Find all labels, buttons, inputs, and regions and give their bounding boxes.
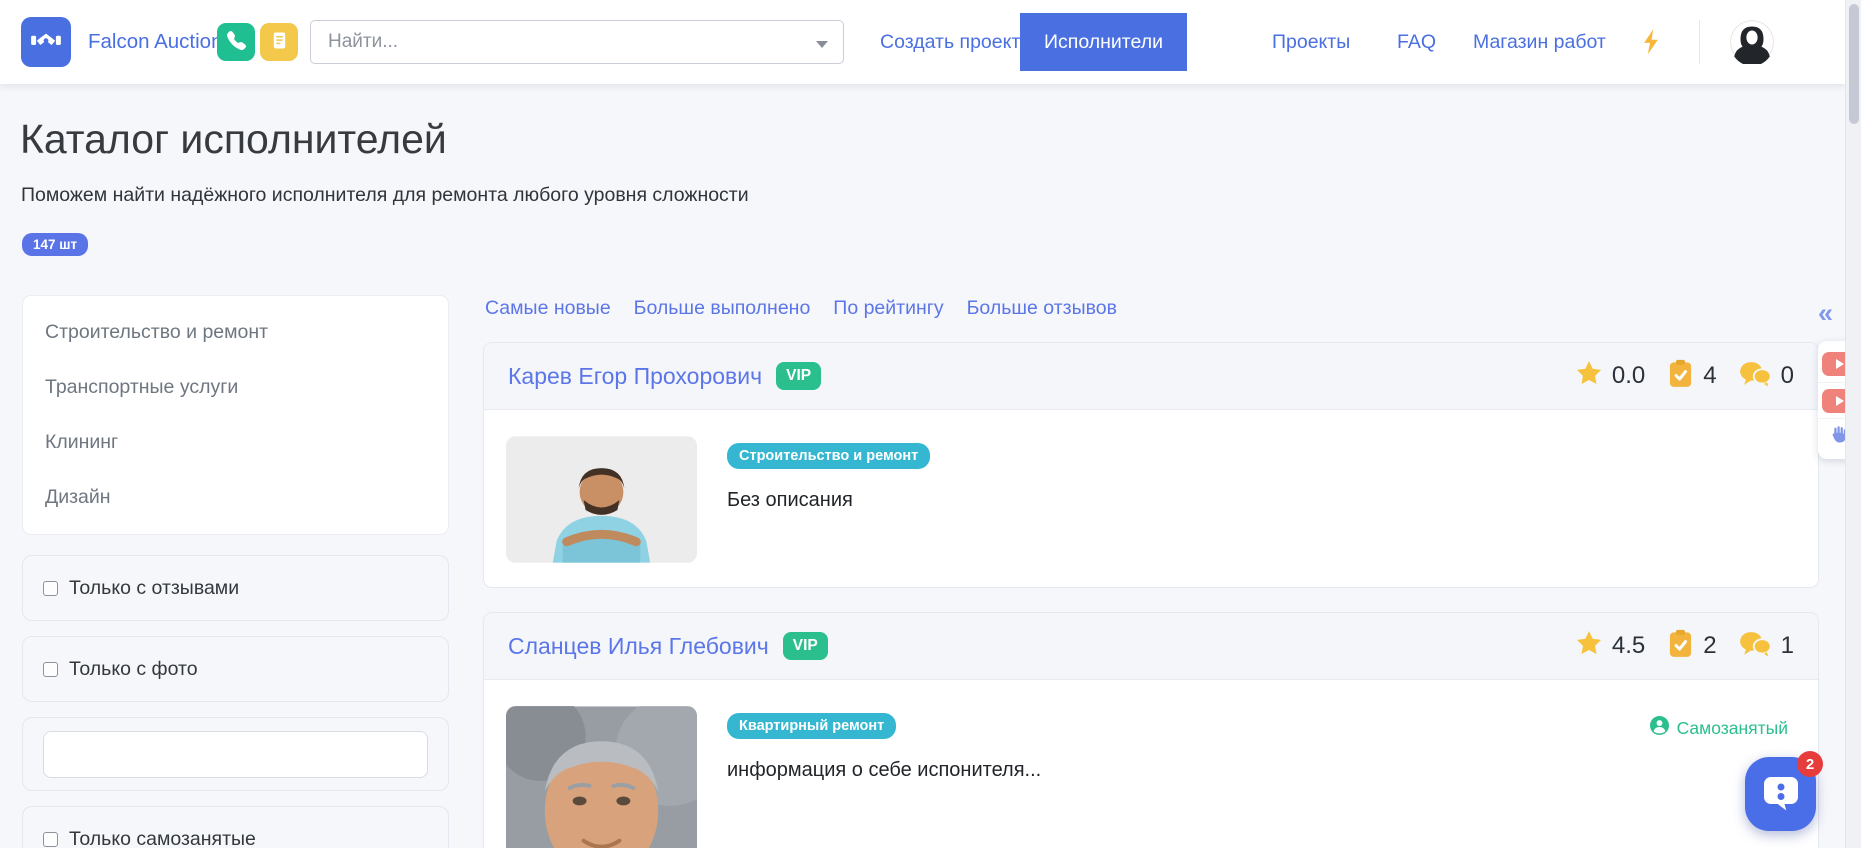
search-input[interactable] <box>311 21 843 63</box>
category-design[interactable]: Дизайн <box>23 470 448 525</box>
clipboard-check-icon <box>1667 359 1694 393</box>
performers-list: Самые новые Больше выполнено По рейтингу… <box>483 295 1819 848</box>
sort-most-completed[interactable]: Больше выполнено <box>634 297 811 320</box>
performer-stats: 4.5 2 <box>1575 629 1794 663</box>
sort-row: Самые новые Больше выполнено По рейтингу… <box>483 297 1819 320</box>
collapse-panel-chevron-icon[interactable]: « <box>1818 300 1831 327</box>
performer-card-header: Карев Егор Прохорович VIP 0.0 4 <box>484 343 1818 410</box>
category-construction[interactable]: Строительство и ремонт <box>23 305 448 360</box>
brand-name[interactable]: Falcon Auction <box>88 0 222 84</box>
document-icon <box>270 31 289 53</box>
completed-value: 2 <box>1703 632 1716 660</box>
chat-bubbles-icon <box>1739 631 1772 662</box>
completed-value: 4 <box>1703 362 1716 390</box>
lightning-icon[interactable] <box>1641 0 1661 84</box>
handshake-icon <box>29 23 63 62</box>
performer-card-body: Квартирный ремонт информация о себе испо… <box>484 680 1818 848</box>
performer-stats: 0.0 4 <box>1575 359 1794 393</box>
performer-photo[interactable] <box>506 436 697 563</box>
performer-name-link[interactable]: Карев Егор Прохорович <box>508 363 762 390</box>
reviews-stat: 0 <box>1739 361 1794 392</box>
vip-badge: VIP <box>776 362 821 390</box>
page-scrollbar[interactable] <box>1845 0 1861 848</box>
performer-card-body: Строительство и ремонт Без описания <box>484 410 1818 587</box>
completed-stat: 2 <box>1667 629 1716 663</box>
category-cleaning[interactable]: Клининг <box>23 415 448 470</box>
performer-info: Строительство и ремонт Без описания <box>727 436 930 563</box>
category-transport[interactable]: Транспортные услуги <box>23 360 448 415</box>
nav-link-projects[interactable]: Проекты <box>1272 0 1350 84</box>
category-tag: Квартирный ремонт <box>727 713 896 739</box>
star-icon <box>1575 360 1603 392</box>
rating-stat: 4.5 <box>1575 630 1645 662</box>
chat-bubble-icon <box>1761 773 1801 816</box>
page: Falcon Auction Создать проект Исполнител… <box>0 0 1861 848</box>
reviews-value: 1 <box>1781 632 1794 660</box>
person-circle-icon <box>1650 716 1669 740</box>
performer-photo[interactable] <box>506 706 697 848</box>
filters-sidebar: Строительство и ремонт Транспортные услу… <box>22 295 449 848</box>
sort-by-rating[interactable]: По рейтингу <box>833 297 943 320</box>
scrollbar-thumb[interactable] <box>1849 4 1859 124</box>
phone-icon <box>227 31 246 53</box>
with-photo-checkbox[interactable] <box>43 662 58 677</box>
categories-card: Строительство и ремонт Транспортные услу… <box>22 295 449 535</box>
search-box <box>310 20 844 64</box>
performer-description: информация о себе испонителя... <box>727 759 1041 782</box>
performer-description: Без описания <box>727 489 930 512</box>
self-employed-text: Самозанятый <box>1677 718 1788 739</box>
with-reviews-checkbox[interactable] <box>43 581 58 596</box>
self-employed-label: Только самозанятые <box>69 828 256 848</box>
star-icon <box>1575 630 1603 662</box>
filter-card-self-employed: Только самозанятые <box>22 806 449 848</box>
filter-card-with-reviews: Только с отзывами <box>22 555 449 621</box>
clipboard-check-icon <box>1667 629 1694 663</box>
sort-most-reviews[interactable]: Больше отзывов <box>967 297 1117 320</box>
rating-stat: 0.0 <box>1575 360 1645 392</box>
with-photo-label: Только с фото <box>69 658 198 681</box>
category-tag: Строительство и ремонт <box>727 443 930 469</box>
navbar-divider <box>1699 20 1700 64</box>
brand-logo[interactable] <box>21 17 71 67</box>
phone-contact-button[interactable] <box>217 23 255 61</box>
completed-stat: 4 <box>1667 359 1716 393</box>
nav-link-performers[interactable]: Исполнители <box>1020 13 1187 71</box>
filter-card-text <box>22 717 449 791</box>
self-employed-badge: Самозанятый <box>1650 716 1788 740</box>
nav-link-create-project[interactable]: Создать проект <box>880 0 1020 84</box>
performer-card: Сланцев Илья Глебович VIP 4.5 2 <box>483 612 1819 848</box>
nav-link-work-shop[interactable]: Магазин работ <box>1473 0 1606 84</box>
caret-down-icon[interactable] <box>816 41 828 48</box>
chat-bubbles-icon <box>1739 361 1772 392</box>
user-avatar[interactable] <box>1730 20 1774 64</box>
rating-value: 0.0 <box>1612 362 1645 390</box>
with-reviews-label: Только с отзывами <box>69 577 239 600</box>
reviews-stat: 1 <box>1739 631 1794 662</box>
top-navbar: Falcon Auction Создать проект Исполнител… <box>0 0 1845 84</box>
document-contact-button[interactable] <box>260 23 298 61</box>
performer-card: Карев Егор Прохорович VIP 0.0 4 <box>483 342 1819 588</box>
filter-card-with-photo: Только с фото <box>22 636 449 702</box>
rating-value: 4.5 <box>1612 632 1645 660</box>
self-employed-checkbox[interactable] <box>43 832 58 847</box>
performer-info: Квартирный ремонт информация о себе испо… <box>727 706 1041 848</box>
chat-unread-badge: 2 <box>1797 751 1823 777</box>
page-subtitle: Поможем найти надёжного исполнителя для … <box>21 184 749 207</box>
vip-badge: VIP <box>783 632 828 660</box>
sort-newest[interactable]: Самые новые <box>485 297 611 320</box>
results-count-badge: 147 шт <box>22 233 88 256</box>
chat-fab-button[interactable]: 2 <box>1745 757 1816 831</box>
performer-card-header: Сланцев Илья Глебович VIP 4.5 2 <box>484 613 1818 680</box>
filter-text-input[interactable] <box>43 731 428 778</box>
nav-link-faq[interactable]: FAQ <box>1397 0 1436 84</box>
page-title: Каталог исполнителей <box>20 116 447 163</box>
reviews-value: 0 <box>1781 362 1794 390</box>
performer-name-link[interactable]: Сланцев Илья Глебович <box>508 633 769 660</box>
